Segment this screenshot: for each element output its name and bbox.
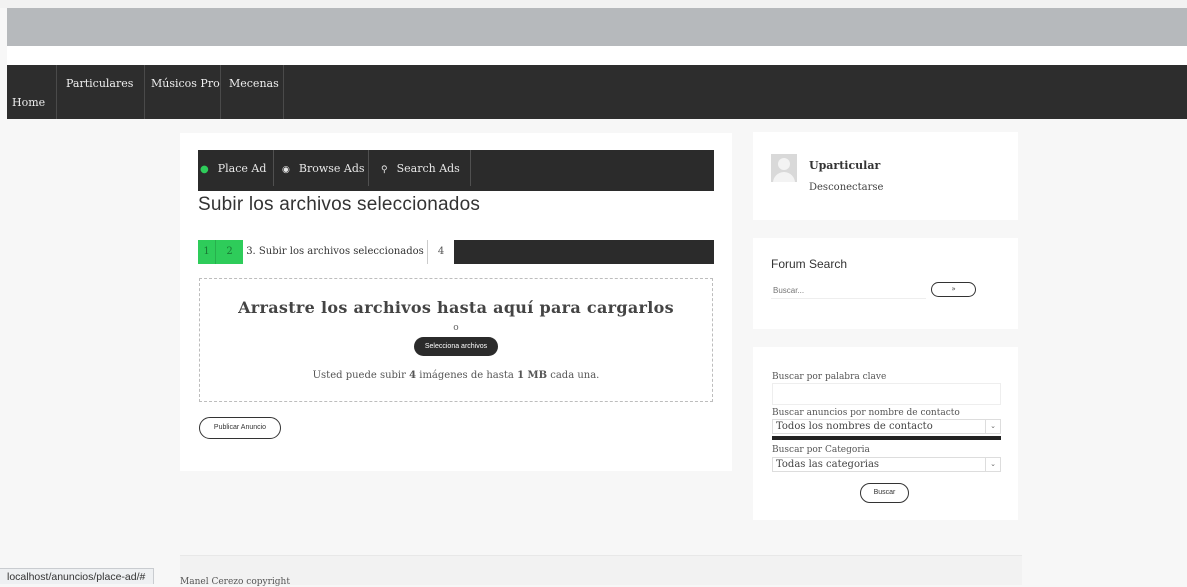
username-link[interactable]: Uparticular bbox=[809, 159, 880, 172]
header-banner bbox=[7, 8, 1187, 46]
note-mid: imágenes de hasta bbox=[416, 370, 518, 381]
footer: Manel Cerezo copyright bbox=[180, 555, 1022, 587]
nav-item-mecenas[interactable]: Mecenas bbox=[221, 65, 284, 119]
keyword-input[interactable] bbox=[772, 383, 1001, 405]
category-label: Buscar por Categoria bbox=[772, 445, 870, 455]
step-1: 1 bbox=[198, 240, 215, 264]
ad-filter-card: Buscar por palabra clave Buscar anuncios… bbox=[753, 347, 1018, 520]
note-prefix: Usted puede subir bbox=[312, 370, 410, 381]
contact-select-value: Todos los nombres de contacto bbox=[776, 421, 933, 432]
tab-label: Browse Ads bbox=[298, 162, 365, 175]
category-select[interactable]: Todas las categorias ⌄ bbox=[772, 457, 1001, 472]
chevron-down-icon: ⌄ bbox=[985, 420, 1000, 433]
main-nav: Home Particulares Músicos Pro Mecenas bbox=[7, 65, 1187, 119]
forum-search-title: Forum Search bbox=[771, 257, 848, 271]
page-title: Subir los archivos seleccionados bbox=[198, 194, 481, 215]
contact-select[interactable]: Todos los nombres de contacto ⌄ bbox=[772, 419, 1001, 434]
avatar-body-shape bbox=[773, 172, 795, 182]
chevron-down-icon: ⌄ bbox=[985, 458, 1000, 471]
upload-dropzone[interactable]: Arrastre los archivos hasta aquí para ca… bbox=[199, 278, 713, 402]
eye-icon: ◉ bbox=[282, 165, 290, 175]
step-3-current: 3. Subir los archivos seleccionados bbox=[243, 240, 428, 264]
step-progress: 1 2 3. Subir los archivos seleccionados … bbox=[198, 240, 714, 264]
nav-item-musicos-pro[interactable]: Músicos Pro bbox=[145, 65, 221, 119]
tab-search-ads[interactable]: ⚲ Search Ads bbox=[369, 150, 471, 186]
dropzone-title: Arrastre los archivos hasta aquí para ca… bbox=[238, 298, 674, 317]
upload-limit-note: Usted puede subir 4 imágenes de hasta 1 … bbox=[200, 370, 712, 381]
contact-label: Buscar anuncios por nombre de contacto bbox=[772, 408, 960, 418]
circle-icon: ● bbox=[200, 164, 209, 175]
search-button[interactable]: Buscar bbox=[860, 483, 909, 503]
logout-link[interactable]: Desconectarse bbox=[809, 182, 883, 193]
tab-label: Search Ads bbox=[396, 162, 460, 175]
main-content: ● Place Ad ◉ Browse Ads ⚲ Search Ads Subir … bbox=[180, 133, 732, 471]
note-suffix: cada una. bbox=[547, 370, 600, 381]
forum-search-button[interactable]: » bbox=[931, 282, 976, 297]
browser-status-bar: localhost/anuncios/place-ad/# bbox=[0, 568, 155, 584]
select-files-button[interactable]: Selecciona archivos bbox=[413, 337, 499, 356]
tab-browse-ads[interactable]: ◉ Browse Ads bbox=[274, 150, 369, 186]
user-card: Uparticular Desconectarse bbox=[753, 132, 1018, 220]
nav-item-home[interactable]: Home bbox=[7, 65, 57, 119]
step-2: 2 bbox=[215, 240, 243, 264]
ad-tabs: ● Place Ad ◉ Browse Ads ⚲ Search Ads bbox=[198, 150, 714, 191]
avatar-head-shape bbox=[778, 158, 790, 170]
footer-copyright: Manel Cerezo copyright bbox=[180, 577, 290, 587]
dropzone-or: o bbox=[453, 323, 459, 333]
avatar bbox=[771, 154, 797, 182]
tab-label: Place Ad bbox=[217, 162, 267, 175]
step-4: 4 bbox=[428, 240, 454, 264]
keyword-label: Buscar por palabra clave bbox=[772, 372, 887, 382]
forum-search-input[interactable] bbox=[771, 283, 926, 299]
browser-top-strip bbox=[0, 0, 1187, 8]
header-gap bbox=[7, 46, 1187, 65]
category-select-value: Todas las categorias bbox=[776, 459, 880, 470]
note-size: 1 MB bbox=[517, 370, 548, 381]
nav-item-particulares[interactable]: Particulares bbox=[57, 65, 145, 119]
tab-place-ad[interactable]: ● Place Ad bbox=[198, 150, 274, 186]
divider bbox=[772, 436, 1001, 440]
forum-search-card: Forum Search » bbox=[753, 238, 1018, 329]
search-icon: ⚲ bbox=[381, 165, 388, 175]
publish-ad-button[interactable]: Publicar Anuncio bbox=[199, 417, 281, 439]
